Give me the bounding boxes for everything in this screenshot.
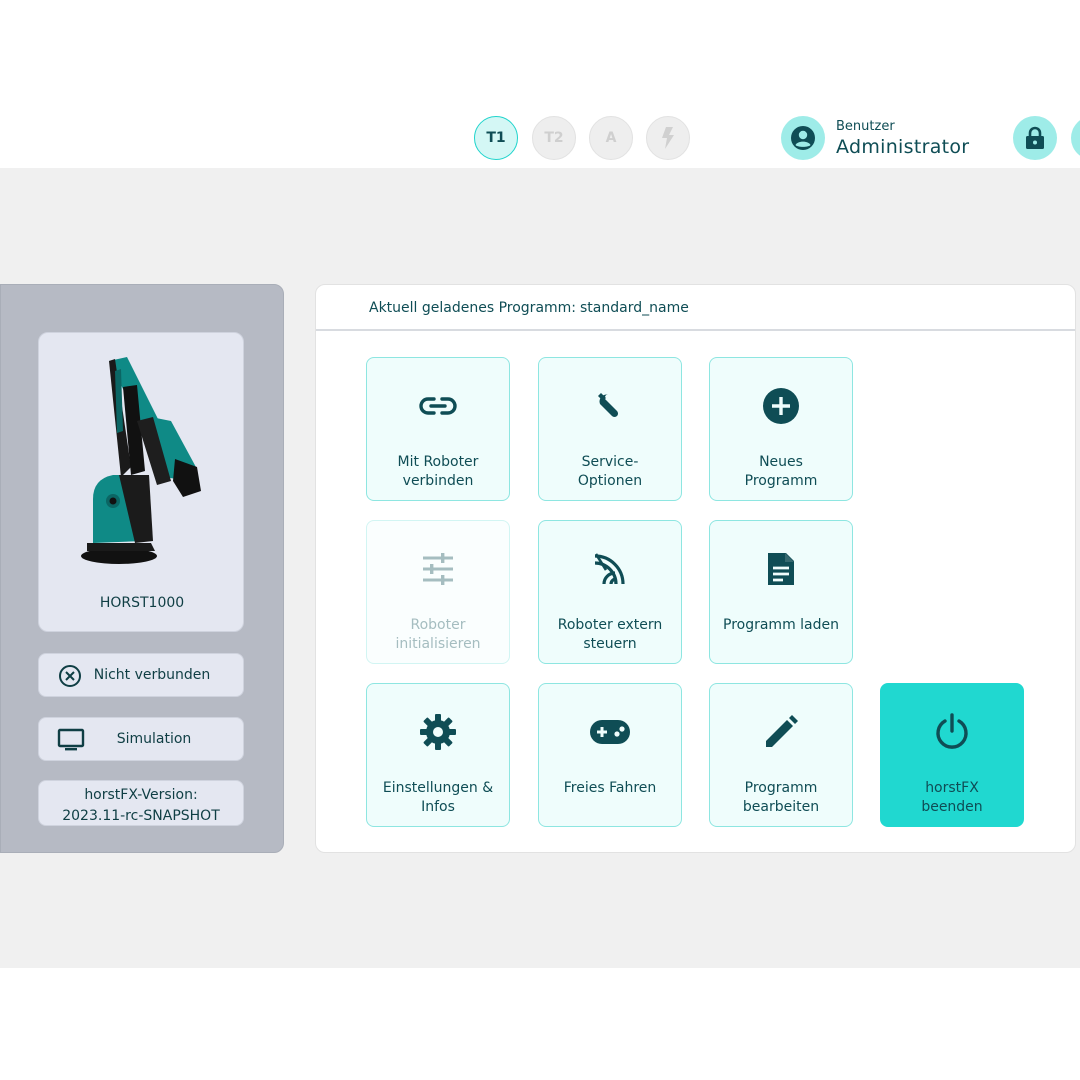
settings-tile[interactable]: Einstellungen & Infos	[366, 683, 510, 827]
lock-icon	[1026, 126, 1044, 149]
external-control-tile[interactable]: Roboter extern steuern	[538, 520, 682, 664]
robot-arm-image	[81, 357, 201, 564]
mode-auto-label: A	[605, 130, 617, 146]
bottom-area	[0, 968, 1080, 1080]
overflow-button[interactable]	[1071, 116, 1080, 160]
gear-icon	[367, 712, 509, 752]
user-caption: Benutzer	[836, 119, 895, 134]
service-options-tile[interactable]: Service- Optionen	[538, 357, 682, 501]
top-bar: T1 T2 A Benutzer Administrator	[0, 0, 1080, 168]
document-icon	[710, 549, 852, 589]
initialize-robot-label: Roboter initialisieren	[395, 617, 481, 652]
service-options-label: Service- Optionen	[577, 454, 643, 489]
wrench-icon	[539, 386, 681, 426]
mode-t2-label: T2	[544, 130, 564, 146]
new-program-tile[interactable]: Neues Programm	[709, 357, 853, 501]
settings-label: Einstellungen & Infos	[382, 780, 494, 815]
version-info: horstFX-Version: 2023.11-rc-SNAPSHOT	[38, 780, 244, 826]
connection-status-label: Nicht verbunden	[93, 667, 211, 683]
app-root: T1 T2 A Benutzer Administrator HORST1000…	[0, 0, 1080, 1080]
connect-robot-tile[interactable]: Mit Roboter verbinden	[366, 357, 510, 501]
mode-auto-button[interactable]: A	[589, 116, 633, 160]
edit-program-tile[interactable]: Programm bearbeiten	[709, 683, 853, 827]
mode-t1-button[interactable]: T1	[474, 116, 518, 160]
sliders-icon	[367, 549, 509, 589]
lightning-icon	[662, 127, 674, 149]
mode-power-button[interactable]	[646, 116, 690, 160]
robot-name: HORST1000	[99, 595, 185, 611]
initialize-robot-tile[interactable]: Roboter initialisieren	[366, 520, 510, 664]
connection-status-button[interactable]: Nicht verbunden	[38, 653, 244, 697]
connect-robot-label: Mit Roboter verbinden	[397, 454, 479, 489]
exit-horstfx-tile[interactable]: horstFX beenden	[880, 683, 1024, 827]
exit-horstfx-label: horstFX beenden	[921, 780, 983, 815]
mode-t1-label: T1	[486, 130, 506, 146]
signal-icon	[539, 549, 681, 589]
mode-t2-button[interactable]: T2	[532, 116, 576, 160]
simulation-label: Simulation	[116, 731, 192, 747]
version-caption: horstFX-Version:	[84, 787, 198, 803]
link-icon	[367, 386, 509, 426]
lock-button[interactable]	[1013, 116, 1057, 160]
account-circle-icon	[791, 126, 815, 150]
loaded-program-caption: Aktuell geladenes Programm:	[369, 300, 577, 316]
loaded-program-text: Aktuell geladenes Programm: standard_name	[369, 300, 689, 316]
simulation-button[interactable]: Simulation	[38, 717, 244, 761]
free-drive-tile[interactable]: Freies Fahren	[538, 683, 682, 827]
load-program-label: Programm laden	[723, 617, 839, 633]
edit-program-label: Programm bearbeiten	[742, 780, 820, 815]
power-icon	[881, 712, 1023, 752]
gamepad-icon	[539, 712, 681, 752]
load-program-tile[interactable]: Programm laden	[709, 520, 853, 664]
new-program-label: Neues Programm	[744, 454, 818, 489]
version-value: 2023.11-rc-SNAPSHOT	[62, 808, 220, 824]
user-name: Administrator	[836, 136, 970, 158]
robot-card[interactable]: HORST1000	[38, 332, 244, 632]
loaded-program-name: standard_name	[580, 300, 689, 316]
external-control-label: Roboter extern steuern	[557, 617, 663, 652]
loaded-program-bar: Aktuell geladenes Programm: standard_name	[316, 285, 1075, 331]
user-avatar-button[interactable]	[781, 116, 825, 160]
pencil-icon	[710, 712, 852, 752]
free-drive-label: Freies Fahren	[563, 780, 657, 796]
plus-circle-icon	[710, 386, 852, 426]
